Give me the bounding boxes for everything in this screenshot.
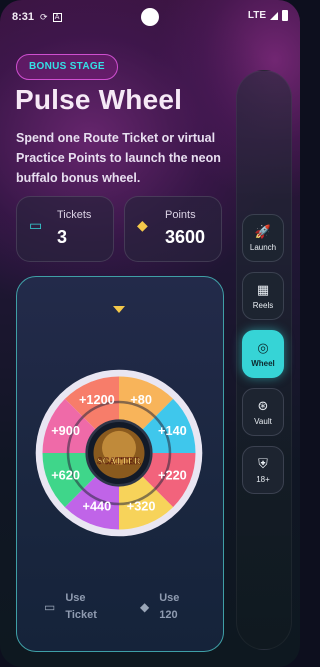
- shield-check-icon: ⛨: [258, 455, 268, 471]
- wheel-segment-label: +220: [158, 467, 187, 482]
- rail-label: Launch: [249, 242, 277, 252]
- tickets-card: ▭ Tickets 3: [16, 196, 114, 262]
- target-icon: ◎: [257, 339, 269, 355]
- rocket-icon: 🚀: [254, 223, 272, 239]
- battery-icon: [282, 10, 288, 21]
- wheel-segment-label: +140: [158, 423, 187, 438]
- ticket-icon: ▭: [44, 600, 56, 614]
- points-label: Points: [165, 209, 196, 221]
- use-ticket-label: Use Ticket: [65, 592, 97, 621]
- wheel-segment-label: +320: [127, 499, 156, 514]
- rail-item-vault[interactable]: ⊛ Vault: [242, 388, 284, 436]
- use-points-label: Use 120: [159, 592, 180, 621]
- rail-label: 18+: [256, 474, 270, 484]
- grid-icon: ▦: [256, 281, 270, 297]
- scatter-label: SCATTER: [97, 457, 141, 467]
- wheel-segment-label: +80: [130, 392, 152, 407]
- rail-label: Vault: [254, 416, 272, 426]
- rail-label: Reels: [252, 300, 274, 310]
- notification-icon: A: [52, 12, 62, 22]
- use-ticket-button[interactable]: ▭ Use Ticket: [44, 590, 105, 624]
- wheel-segment-label: +900: [51, 423, 80, 438]
- app-screen: 8:31 ⟳ A LTE 🚀 Launch ▦ Reels ◎ Wheel ⊛ …: [0, 0, 300, 667]
- sync-icon: ⟳: [40, 11, 48, 22]
- rail-item-launch[interactable]: 🚀 Launch: [242, 214, 284, 262]
- prize-wheel[interactable]: +1200 +80 +140 +220 +320 +440 +620 +900 SCATTER: [34, 368, 204, 538]
- tickets-label: Tickets: [57, 209, 92, 221]
- tickets-value: 3: [57, 227, 68, 247]
- wheel-pointer: [113, 306, 125, 313]
- signal-icon: [270, 11, 278, 20]
- wheel-segment-label: +440: [83, 499, 112, 514]
- rail-item-age[interactable]: ⛨ 18+: [242, 446, 284, 494]
- rail-item-wheel[interactable]: ◎ Wheel: [242, 330, 284, 378]
- rail-label: Wheel: [251, 358, 275, 368]
- page-title: Pulse Wheel: [15, 84, 183, 115]
- network-label: LTE: [247, 10, 266, 21]
- badge-icon: ⊛: [257, 397, 269, 413]
- points-card: ◆ Points 3600: [124, 196, 222, 262]
- wheel-segment-label: +1200: [79, 392, 115, 407]
- points-value: 3600: [165, 227, 206, 247]
- page-description: Spend one Route Ticket or virtual Practi…: [16, 131, 221, 185]
- diamond-icon: ◆: [137, 217, 148, 233]
- bonus-stage-badge: BONUS STAGE: [16, 54, 118, 80]
- status-time: 8:31: [12, 11, 35, 23]
- wheel-segment-label: +620: [51, 467, 80, 482]
- camera-cutout: [141, 8, 159, 26]
- diamond-icon: ◆: [140, 600, 150, 614]
- rail-item-reels[interactable]: ▦ Reels: [242, 272, 284, 320]
- ticket-icon: ▭: [29, 217, 43, 233]
- use-points-button[interactable]: ◆ Use 120: [140, 590, 189, 624]
- status-right: LTE: [248, 10, 288, 21]
